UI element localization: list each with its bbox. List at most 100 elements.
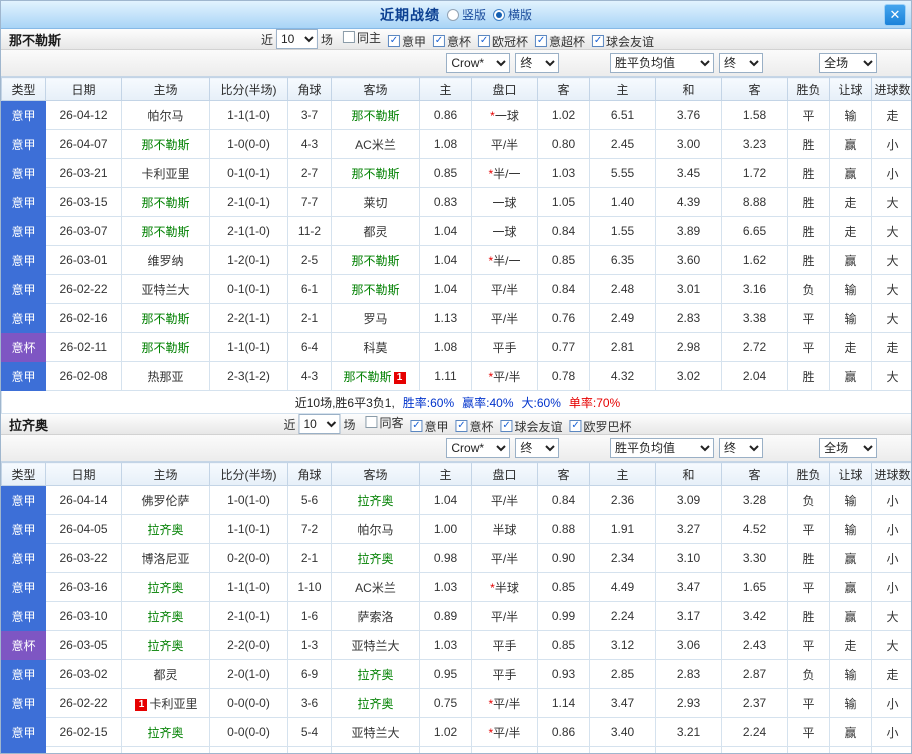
cell-handicap: 一球 [471, 216, 538, 246]
cell-asian-away-odds: 1.05 [537, 187, 590, 217]
scope-select[interactable]: 全场 [819, 53, 878, 73]
games-count-select[interactable]: 10 [275, 29, 318, 49]
cell-away-team: 拉齐奥 [331, 485, 420, 515]
cell-score: 0-0(0-0) [209, 717, 288, 747]
cell-home-team: 拉齐奥 [121, 630, 210, 660]
cell-score: 1-1(0-1) [209, 514, 288, 544]
cell-date: 26-02-08 [45, 361, 122, 391]
filter-label: 欧罗巴杯 [583, 419, 632, 434]
cell-asian-away-odds: 0.78 [537, 361, 590, 391]
cell-asian-home-odds: 1.04 [419, 216, 472, 246]
games-count-select[interactable]: 10 [298, 414, 341, 434]
cell-handicap-result: 赢 [829, 746, 872, 753]
odds-time-select[interactable]: 终 [515, 53, 560, 73]
filter-意超杯[interactable]: ✓ 意超杯 [535, 33, 585, 50]
checkbox-icon[interactable]: ✓ [478, 35, 491, 47]
cell-home-team: 拉齐奥 [121, 601, 210, 631]
filter-欧罗巴杯[interactable]: ✓ 欧罗巴杯 [569, 418, 632, 435]
filter-row-spacer [1, 50, 418, 76]
team-name-text: 都灵 [153, 667, 178, 682]
checkbox-icon[interactable]: ✓ [455, 420, 468, 432]
checkbox-icon[interactable]: ✓ [500, 420, 513, 432]
match-row: 意甲 26-03-02 都灵 2-0(1-0) 6-9 拉齐奥 0.95 平手 0.93 2.85… [1, 659, 911, 689]
europe-odds-select[interactable]: 胜平负均值 [609, 438, 714, 458]
checkbox-icon[interactable]: ✓ [592, 35, 605, 47]
cell-league: 意甲 [1, 158, 46, 188]
column-header: 日期 [45, 77, 122, 101]
checkbox-icon[interactable] [342, 31, 355, 43]
cell-euro-draw-odds: 3.01 [655, 274, 722, 304]
europe-odds-select[interactable]: 胜平负均值 [609, 53, 714, 73]
cell-asian-away-odds: 0.99 [537, 601, 590, 631]
column-header: 主 [419, 77, 472, 101]
cell-home-team: 那不勒斯 [121, 332, 210, 362]
odds-company-select[interactable]: Crow* [446, 438, 511, 458]
radio-horizontal-icon[interactable] [493, 8, 505, 21]
column-header: 胜负 [787, 462, 830, 486]
cell-corners: 5-4 [287, 717, 332, 747]
cell-away-team: 萨索洛 [331, 601, 420, 631]
cell-away-team: 莱切 [331, 187, 420, 217]
layout-option-horizontal[interactable]: 横版 [493, 6, 532, 23]
checkbox-icon[interactable]: ✓ [535, 35, 548, 47]
cell-corners: 6-1 [287, 274, 332, 304]
checkbox-icon[interactable]: ✓ [433, 35, 445, 47]
radio-vertical-icon[interactable] [446, 8, 459, 21]
cell-euro-home-odds: 6.51 [589, 100, 656, 130]
cell-away-team: AC米兰 [331, 572, 420, 602]
sections-container: 那不勒斯 近 10 场 同主 ✓ 意甲 ✓ 意杯 ✓ 欧冠杯 ✓ 意超杯 ✓ 球会友谊 Crow* … [1, 29, 911, 753]
filter-意甲[interactable]: ✓ 意甲 [410, 418, 449, 435]
filter-同主[interactable]: 同主 [342, 29, 381, 46]
cell-handicap-result: 走 [829, 216, 872, 246]
filter-label: 意杯 [469, 419, 494, 434]
summary-segment: 胜率:60% [402, 395, 455, 410]
cell-handicap: 平手 [471, 659, 538, 689]
cell-handicap-result: 走 [829, 187, 872, 217]
team-name-text: 亚特兰大 [141, 282, 190, 297]
cell-result: 平 [787, 746, 830, 753]
cell-euro-draw-odds: 3.27 [655, 514, 722, 544]
filter-球会友谊[interactable]: ✓ 球会友谊 [592, 33, 654, 50]
layout-option-vertical[interactable]: 竖版 [446, 6, 486, 23]
cell-handicap-result: 输 [829, 303, 872, 333]
team-name-text: AC米兰 [355, 137, 396, 152]
filter-意甲[interactable]: ✓ 意甲 [387, 33, 426, 50]
europe-time-select[interactable]: 终 [718, 53, 763, 73]
cell-euro-away-odds: 3.23 [721, 129, 788, 159]
odds-company-select[interactable]: Crow* [446, 53, 511, 73]
match-row: 意甲 26-03-15 那不勒斯 2-1(0-1) 7-7 莱切 0.83 一球 1.05 1.4… [1, 187, 911, 217]
checkbox-icon[interactable]: ✓ [569, 420, 582, 432]
europe-time-select[interactable]: 终 [718, 438, 763, 458]
cell-euro-away-odds: 8.88 [721, 187, 788, 217]
filter-label: 意杯 [447, 34, 472, 49]
filter-意杯[interactable]: ✓ 意杯 [455, 418, 494, 435]
filter-欧冠杯[interactable]: ✓ 欧冠杯 [478, 33, 528, 50]
cell-goals-result: 走 [871, 332, 911, 362]
cell-home-team: 维罗纳 [121, 245, 210, 275]
cell-handicap: 平手 [471, 332, 538, 362]
checkbox-icon[interactable]: ✓ [410, 420, 423, 432]
cell-euro-draw-odds: 2.83 [655, 659, 722, 689]
odds-time-select[interactable]: 终 [515, 438, 560, 458]
cell-score: 0-1(0-1) [209, 158, 288, 188]
match-row: 意甲26-02-12博洛尼亚1-1(1-0)5-2拉齐奥0.89平/半0.993… [1, 746, 911, 753]
cell-date: 26-03-15 [45, 187, 122, 217]
summary-segment: 大:60% [521, 395, 561, 410]
filter-row-spacer [1, 435, 418, 461]
cell-euro-away-odds: 4.52 [721, 514, 788, 544]
filter-球会友谊[interactable]: ✓ 球会友谊 [500, 418, 563, 435]
checkbox-icon[interactable]: ✓ [387, 35, 400, 47]
cell-asian-home-odds: 0.75 [419, 688, 472, 718]
cell-euro-draw-odds: 3.09 [655, 485, 722, 515]
column-header: 客场 [331, 462, 420, 486]
match-row: 意甲 26-02-22 亚特兰大 0-1(0-1) 6-1 那不勒斯 1.04 平/半 0.84… [1, 274, 911, 304]
close-button[interactable]: ✕ [884, 4, 906, 26]
checkbox-icon[interactable] [365, 416, 378, 428]
filter-同客[interactable]: 同客 [365, 414, 403, 431]
scope-select[interactable]: 全场 [819, 438, 878, 458]
cell-league: 意甲 [1, 688, 46, 718]
filter-意杯[interactable]: ✓ 意杯 [433, 33, 471, 50]
cell-corners: 1-6 [287, 601, 332, 631]
filter-label: 意甲 [401, 34, 426, 49]
team-name-text: 那不勒斯 [351, 253, 400, 268]
